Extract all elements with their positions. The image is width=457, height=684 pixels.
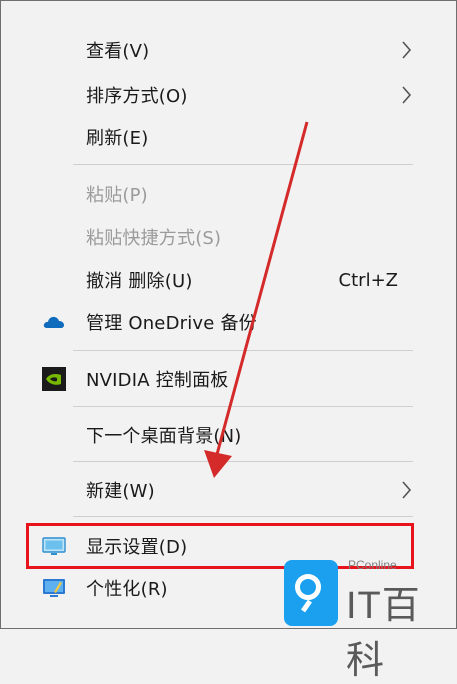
menu-item-label: 排序方式(O) [86, 86, 188, 107]
menu-item-label: 个性化(R) [86, 579, 168, 600]
chevron-right-icon [402, 86, 412, 104]
menu-item-undo-delete[interactable]: 撤消 删除(U) Ctrl+Z [30, 261, 422, 299]
watermark-main-text: IT百科 [346, 585, 421, 682]
menu-item-next-desktop-background[interactable]: 下一个桌面背景(N) [30, 416, 422, 454]
menu-item-label: 撤消 删除(U) [86, 271, 193, 292]
menu-item-label: 下一个桌面背景(N) [86, 426, 242, 447]
menu-separator [73, 461, 413, 462]
onedrive-cloud-icon [43, 316, 64, 328]
chevron-right-icon [402, 41, 412, 59]
menu-item-label: 粘贴快捷方式(S) [86, 228, 222, 249]
menu-item-label: 新建(W) [86, 481, 155, 502]
shortcut-text: Ctrl+Z [338, 269, 398, 291]
menu-separator [73, 516, 413, 517]
desktop-context-menu: 查看(V) 排序方式(O) 刷新(E) 粘贴(P) 粘贴快捷方式(S) 撤消 删… [0, 0, 457, 629]
chevron-right-icon [402, 481, 412, 499]
menu-item-paste-shortcut: 粘贴快捷方式(S) [30, 218, 422, 256]
watermark-logo-icon [284, 560, 338, 626]
menu-item-label: 管理 OneDrive 备份 [86, 313, 257, 334]
menu-item-nvidia-control-panel[interactable]: NVIDIA 控制面板 [30, 360, 422, 398]
menu-item-label: NVIDIA 控制面板 [86, 370, 229, 391]
personalize-icon [43, 579, 65, 597]
menu-item-label: 刷新(E) [86, 128, 149, 149]
menu-separator [73, 164, 413, 165]
menu-item-new[interactable]: 新建(W) [30, 471, 422, 509]
menu-separator [73, 406, 413, 407]
menu-item-manage-onedrive-backup[interactable]: 管理 OneDrive 备份 [30, 303, 422, 341]
nvidia-icon [42, 367, 66, 391]
menu-item-view[interactable]: 查看(V) [30, 31, 422, 69]
menu-separator [73, 350, 413, 351]
menu-item-label: 查看(V) [86, 41, 150, 62]
menu-item-label: 粘贴(P) [86, 185, 148, 206]
watermark-top-text: PConline [348, 558, 397, 572]
menu-item-sort-by[interactable]: 排序方式(O) [30, 76, 422, 114]
pconline-watermark: PConline IT百科 [268, 552, 457, 682]
menu-item-refresh[interactable]: 刷新(E) [30, 118, 422, 156]
menu-item-paste: 粘贴(P) [30, 175, 422, 213]
